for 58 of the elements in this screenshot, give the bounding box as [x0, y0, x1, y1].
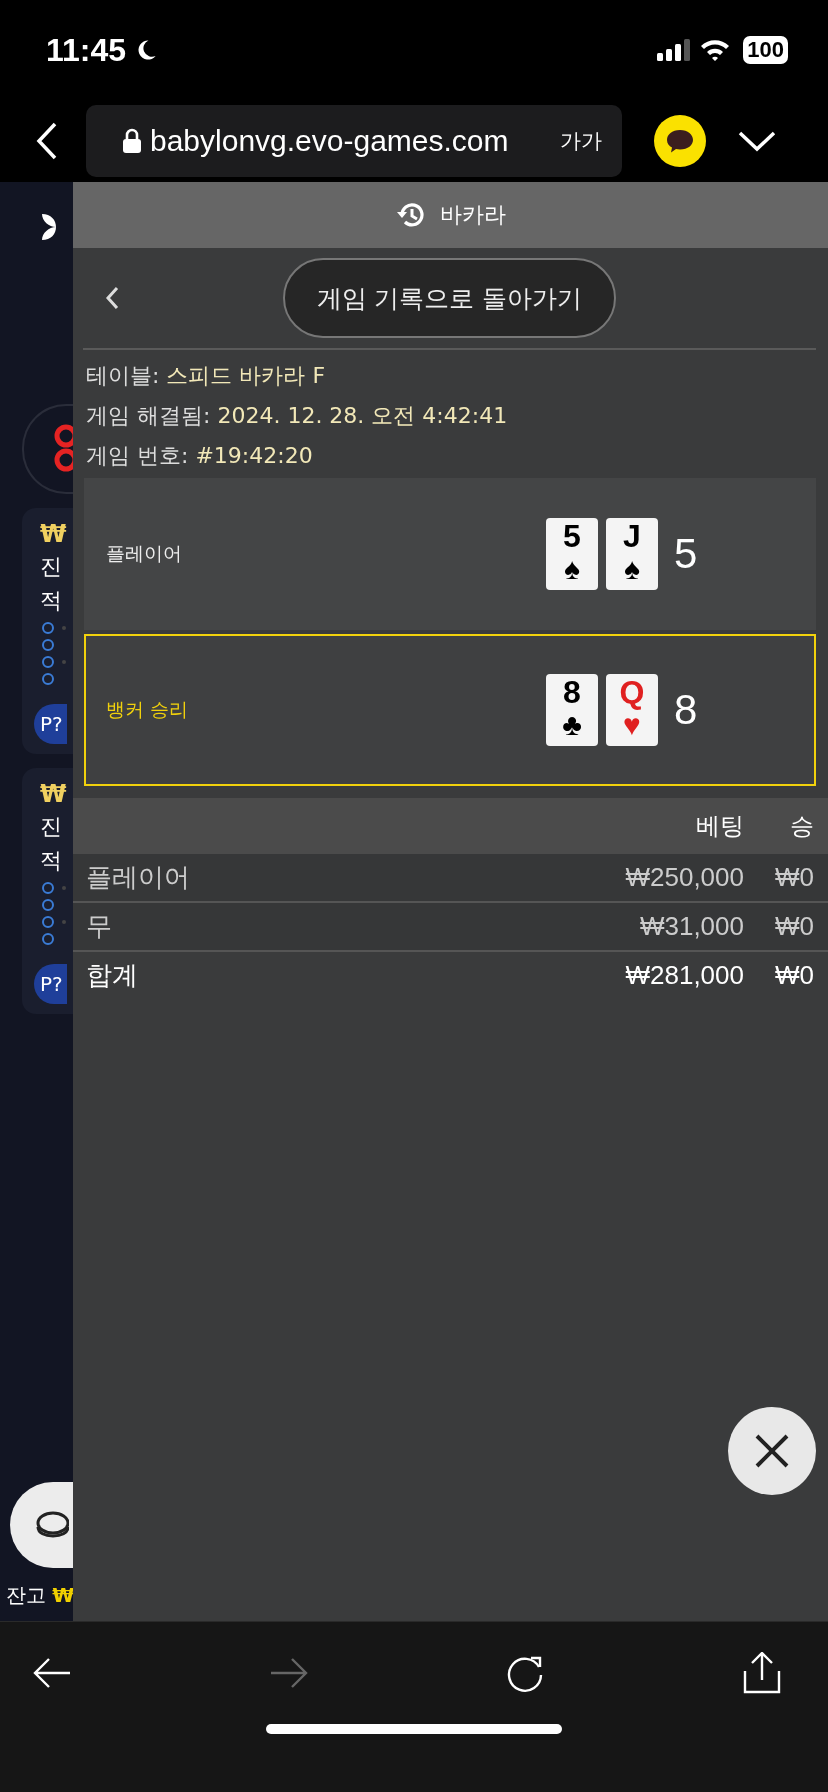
info-label: 테이블: — [86, 363, 160, 388]
hand-label: 플레이어 — [106, 541, 183, 566]
cut-text: 적 — [40, 587, 62, 615]
table-button[interactable] — [10, 1482, 73, 1568]
table-cell-text: ₩281,000 — [624, 960, 744, 991]
address-bar[interactable]: babylonvg.evo-games.com 가가 — [86, 105, 622, 177]
back-icon[interactable] — [105, 286, 119, 310]
suit-icon: ♣ — [562, 710, 582, 740]
table-cell-text: ₩0 — [774, 960, 814, 991]
card-rank: 5 — [563, 518, 581, 554]
currency-sign: ₩ — [52, 1583, 75, 1607]
table-cell-text: ₩0 — [774, 911, 814, 942]
close-icon — [754, 1433, 790, 1469]
currency-sign: ₩ — [40, 780, 67, 808]
info-value: 2024. 12. 28. 오전 4:42:41 — [217, 403, 508, 428]
wifi-icon — [699, 38, 732, 62]
back-to-history-button[interactable]: 게임 기록으로 돌아가기 — [282, 258, 617, 338]
chat-icon[interactable] — [654, 115, 706, 167]
logo-icon — [42, 214, 56, 240]
signal-icon — [657, 39, 692, 61]
suit-icon: ♠ — [624, 554, 640, 584]
hand-score: 5 — [674, 530, 698, 578]
column-header: 승 — [789, 811, 814, 842]
suit-icon: ♥ — [623, 710, 641, 740]
info-label: 게임 번호: — [86, 443, 189, 468]
share-icon[interactable] — [741, 1652, 782, 1694]
back-arrow-icon[interactable] — [32, 1657, 72, 1689]
lock-icon — [122, 128, 142, 154]
suit-icon: ♠ — [564, 554, 580, 584]
table-cell-text: 무 — [86, 910, 113, 943]
chevron-down-icon[interactable] — [738, 130, 776, 152]
url-text: babylonvg.evo-games.com — [150, 124, 510, 158]
card-rank: J — [623, 518, 641, 554]
cut-text: 진 — [40, 553, 62, 581]
forward-arrow-icon[interactable] — [268, 1657, 309, 1689]
hand-label: 뱅커 승리 — [106, 697, 190, 722]
bet-chip: P? — [34, 964, 67, 1004]
table-cell-text: 플레이어 — [86, 861, 191, 894]
info-value: 스피드 바카라 F — [166, 363, 326, 388]
balance-label: 잔고 — [6, 1583, 46, 1607]
cut-text: 진 — [40, 813, 62, 841]
column-header: 베팅 — [695, 811, 744, 842]
bet-chip: P? — [34, 704, 67, 744]
table-cell-text: ₩31,000 — [638, 911, 744, 942]
info-value: #19:42:20 — [195, 443, 313, 468]
panel-title: 바카라 — [439, 201, 506, 229]
hand-score: 8 — [674, 686, 698, 734]
cut-text: 적 — [40, 847, 62, 875]
currency-sign: ₩ — [40, 520, 67, 548]
table-cell-text: ₩250,000 — [624, 862, 744, 893]
card-rank: 8 — [563, 674, 581, 710]
text-size-button[interactable]: 가가 — [560, 127, 602, 155]
status-time: 11:45 — [46, 31, 127, 69]
info-label: 게임 해결됨: — [86, 403, 211, 428]
table-cell-text: 합계 — [86, 959, 139, 992]
card-rank: Q — [619, 674, 645, 710]
table-cell-text: ₩0 — [774, 862, 814, 893]
battery-icon: 100 — [743, 36, 788, 64]
